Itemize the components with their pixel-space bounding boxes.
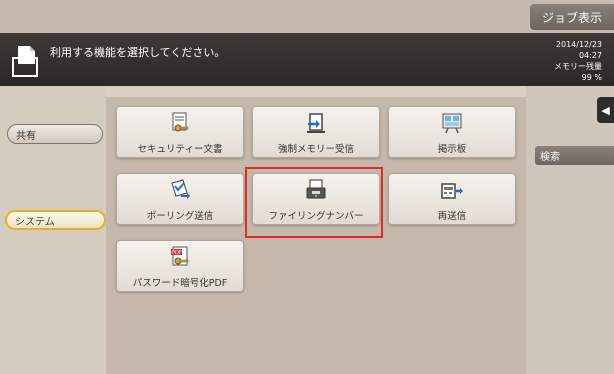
- message-header: 利用する機能を選択してください。 2014/12/23 04:27 メモリー残量…: [0, 33, 614, 86]
- svg-text:PDF: PDF: [172, 250, 182, 256]
- date-text: 2014/12/23: [555, 40, 602, 49]
- document-tray-icon: [12, 46, 38, 77]
- category-pane: 共有 システム: [0, 86, 106, 374]
- collapse-arrow-icon[interactable]: ◀: [597, 97, 614, 123]
- secure-document-label: セキュリティー文書: [137, 144, 223, 155]
- memory-value: 99 %: [581, 73, 602, 82]
- tab-system[interactable]: システム: [5, 210, 106, 230]
- resend-label: 再送信: [437, 211, 467, 222]
- time-text: 04:27: [578, 51, 602, 60]
- polling-transmit-label: ポーリング送信: [146, 211, 214, 222]
- resend-icon: [441, 183, 463, 199]
- memory-label: メモリー残量: [554, 62, 602, 71]
- pdf-password-icon: PDF: [171, 246, 189, 266]
- status-info: 2014/12/23 04:27 メモリー残量 99 %: [554, 39, 602, 83]
- top-bar: [0, 0, 614, 33]
- secure-document-button[interactable]: セキュリティー文書: [116, 106, 244, 158]
- resend-button[interactable]: 再送信: [388, 173, 516, 225]
- search-button[interactable]: 検索: [535, 146, 614, 165]
- polling-transmit-button[interactable]: ポーリング送信: [116, 173, 244, 225]
- bulletin-board-icon: [442, 113, 462, 134]
- memory-receive-icon: [307, 113, 325, 133]
- secure-document-icon: [172, 112, 189, 132]
- job-display-button[interactable]: ジョブ表示: [530, 4, 614, 30]
- forced-memory-receive-button[interactable]: 強制メモリー受信: [252, 106, 380, 158]
- forced-memory-receive-label: 強制メモリー受信: [277, 144, 354, 155]
- side-panel: [526, 86, 614, 374]
- password-pdf-button[interactable]: PDF パスワード暗号化PDF: [116, 240, 244, 292]
- bulletin-board-label: 掲示板: [437, 144, 467, 155]
- instruction-text: 利用する機能を選択してください。: [50, 46, 226, 59]
- bulletin-board-button[interactable]: 掲示板: [388, 106, 516, 158]
- tab-shared[interactable]: 共有: [7, 124, 103, 144]
- password-pdf-label: パスワード暗号化PDF: [132, 278, 228, 289]
- polling-transmit-icon: [171, 179, 190, 199]
- highlight-frame: [245, 167, 383, 238]
